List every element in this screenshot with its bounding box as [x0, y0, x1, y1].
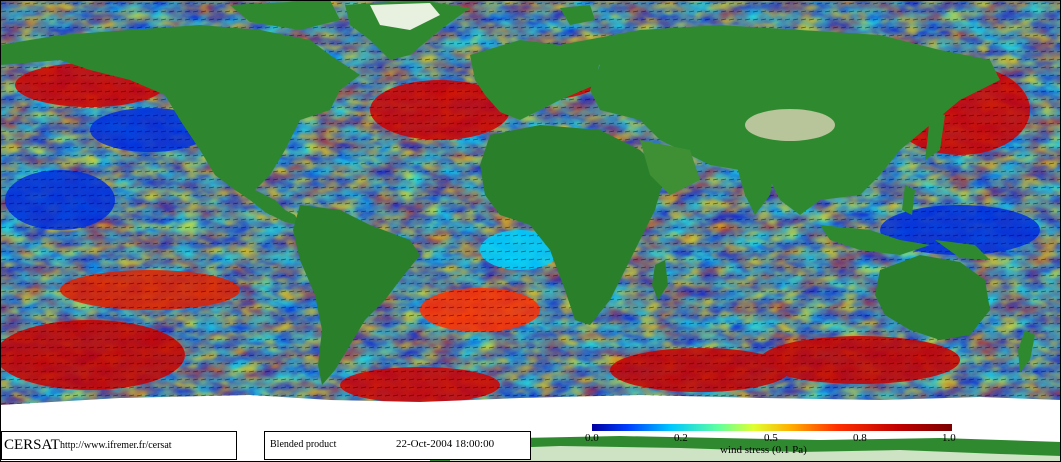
- datetime-label: 22-Oct-2004 18:00:00: [396, 438, 495, 450]
- product-label: Blended product: [270, 439, 337, 450]
- colorbar-tick-2: 0.5: [764, 432, 778, 444]
- colorbar-bar: [592, 424, 952, 431]
- colorbar-label: wind stress (0.1 Pa): [720, 444, 807, 456]
- colorbar-tick-0: 0.0: [585, 432, 599, 444]
- map-canvas: CERSAT http://www.ifremer.fr/cersat Blen…: [0, 0, 1061, 462]
- brand-label: CERSAT: [4, 437, 60, 453]
- colorbar-tick-3: 0.8: [853, 432, 867, 444]
- wind-stress-map: CERSAT http://www.ifremer.fr/cersat Blen…: [0, 0, 1061, 462]
- tibet-plateau: [745, 109, 835, 141]
- colorbar-tick-4: 1.0: [942, 432, 956, 444]
- colorbar-tick-1: 0.2: [674, 432, 688, 444]
- url-label: http://www.ifremer.fr/cersat: [60, 440, 172, 451]
